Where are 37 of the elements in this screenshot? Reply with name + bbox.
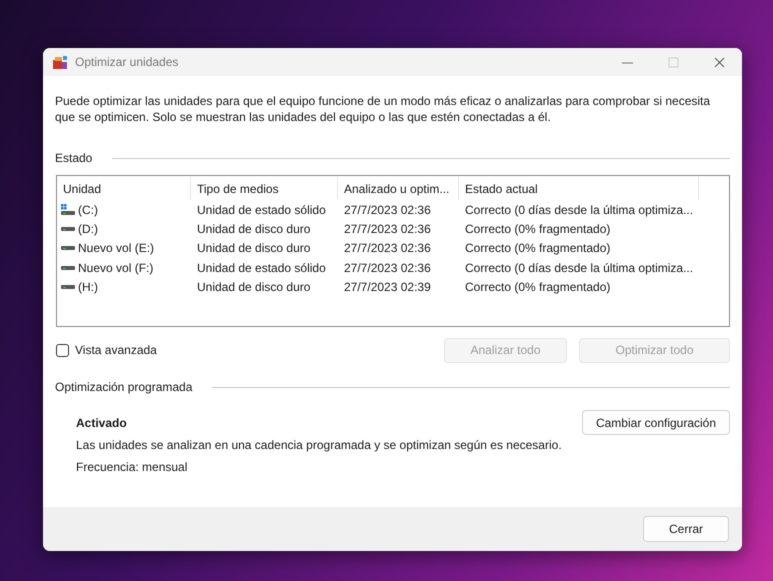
close-icon[interactable] <box>714 56 724 68</box>
table-cell-text: Unidad de disco duro <box>196 280 312 294</box>
table-cell-text: 27/7/2023 02:36 <box>343 260 432 275</box>
table-cell-text: Correcto (0% fragmentado) <box>464 222 612 236</box>
schedule-state: Activado <box>76 416 128 430</box>
table-cell-text: 27/7/2023 02:36 <box>343 222 432 236</box>
table-cell-text: Unidad de disco duro <box>196 241 312 256</box>
table-cell-text: Unidad de estado sólido <box>196 260 327 275</box>
column-header[interactable]: Analizado u optim... <box>338 176 459 200</box>
section-heading: Optimización programada <box>55 380 192 394</box>
drive-name[interactable]: Nuevo vol (F:) <box>78 260 154 275</box>
section-heading: Estado <box>55 151 92 165</box>
table-cell-text: 27/7/2023 02:36 <box>343 202 432 217</box>
table-cell-text: Correcto (0% fragmentado) <box>464 241 612 256</box>
window-title: Optimizar unidades <box>75 55 180 69</box>
column-header[interactable]: Unidad <box>57 176 191 200</box>
drive-icon <box>61 204 75 216</box>
table-cell-text: Correcto (0% fragmentado) <box>464 280 612 294</box>
table-cell-text: 27/7/2023 02:36 <box>343 241 432 256</box>
schedule-frequency: Frecuencia: mensual <box>76 460 188 474</box>
column-header[interactable]: Estado actual <box>459 176 699 200</box>
schedule-description: Las unidades se analizan en una cadencia programada y se optimizan según es necesario. <box>76 438 563 452</box>
table-cell-text: Unidad de estado sólido <box>196 202 327 217</box>
table-cell-text: 27/7/2023 02:39 <box>343 280 432 294</box>
column-header[interactable]: Tipo de medios <box>191 176 338 200</box>
table-cell-text: Correcto (0 días desde la última optimiza... <box>464 202 694 217</box>
change-settings-button[interactable]: Cambiar configuración <box>582 410 730 435</box>
app-icon <box>52 54 68 70</box>
drive-name[interactable]: Nuevo vol (E:) <box>78 241 154 256</box>
table-cell-text: Correcto (0 días desde la última optimiza... <box>464 260 694 275</box>
description-text: Puede optimizar las unidades para que el equipo funcione de un modo más eficaz o analizarlas para comprobar si necesita que se optimicen. Solo se muestran las unidades del equipo o las que estén conectadas a él. <box>55 93 712 125</box>
drive-name[interactable]: (C:) <box>78 202 98 217</box>
close-button[interactable]: Cerrar <box>643 516 729 542</box>
table-cell-text: Unidad de disco duro <box>196 222 312 236</box>
drive-name[interactable]: (H:) <box>78 280 98 294</box>
drive-name[interactable]: (D:) <box>78 222 98 236</box>
advanced-view-checkbox[interactable]: Vista avanzada <box>56 343 444 357</box>
